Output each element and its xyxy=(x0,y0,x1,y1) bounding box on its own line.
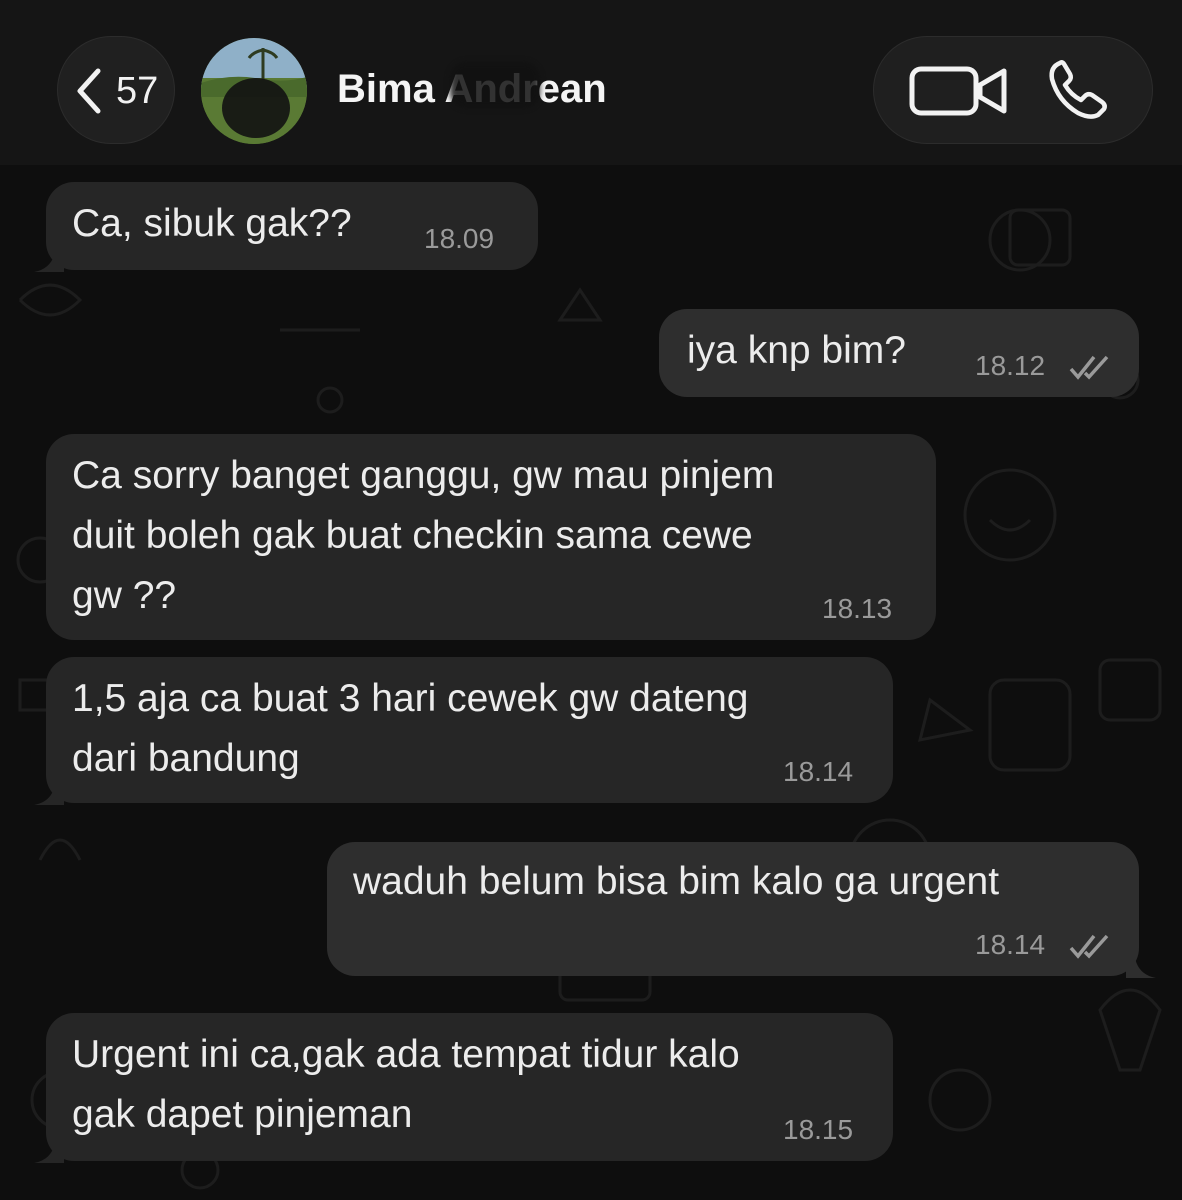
bubble-tail xyxy=(1126,948,1156,978)
unread-count: 57 xyxy=(116,70,159,112)
chevron-left-icon xyxy=(77,68,101,114)
message-time: 18.13 xyxy=(822,593,893,624)
back-button[interactable]: 57 xyxy=(57,36,175,144)
chat-header: 57 Bima Andrean xyxy=(0,0,1182,165)
bubble-tail xyxy=(34,1133,64,1163)
bubble-tail xyxy=(34,775,64,805)
message-text: iya knp bim? xyxy=(687,329,906,372)
chat-screen: 57 Bima Andrean Ca, sibuk gak?? xyxy=(0,0,1182,1200)
avatar-image xyxy=(201,38,307,144)
message-incoming[interactable]: Ca, sibuk gak?? 18.09 xyxy=(46,182,538,270)
message-time: 18.14 xyxy=(975,929,1046,960)
read-ticks-icon xyxy=(1069,934,1109,959)
message-text: Ca sorry banget ganggu, gw mau pinjem du… xyxy=(72,454,775,617)
read-ticks-icon xyxy=(1069,355,1109,380)
message-time: 18.09 xyxy=(424,223,495,254)
message-time: 18.15 xyxy=(783,1114,854,1145)
message-outgoing[interactable]: waduh belum bisa bim kalo ga urgent 18.1… xyxy=(327,842,1139,976)
bubble-tail xyxy=(34,242,64,272)
message-text: waduh belum bisa bim kalo ga urgent xyxy=(353,860,1000,903)
message-time: 18.14 xyxy=(783,756,854,787)
video-call-icon[interactable] xyxy=(904,59,1014,121)
message-text: Urgent ini ca,gak ada tempat tidur kalo … xyxy=(72,1033,740,1136)
name-redaction xyxy=(450,62,540,108)
message-incoming[interactable]: Ca sorry banget ganggu, gw mau pinjem du… xyxy=(46,434,936,640)
message-time: 18.12 xyxy=(975,350,1046,381)
call-actions xyxy=(873,36,1153,144)
message-text: Ca, sibuk gak?? xyxy=(72,202,352,245)
message-incoming[interactable]: Urgent ini ca,gak ada tempat tidur kalo … xyxy=(46,1013,893,1161)
message-incoming[interactable]: 1,5 aja ca buat 3 hari cewek gw dateng d… xyxy=(46,657,893,803)
message-outgoing[interactable]: iya knp bim? 18.12 xyxy=(659,309,1139,397)
phone-call-icon[interactable] xyxy=(1046,57,1116,123)
avatar[interactable] xyxy=(201,38,307,144)
message-text: 1,5 aja ca buat 3 hari cewek gw dateng d… xyxy=(72,677,749,780)
